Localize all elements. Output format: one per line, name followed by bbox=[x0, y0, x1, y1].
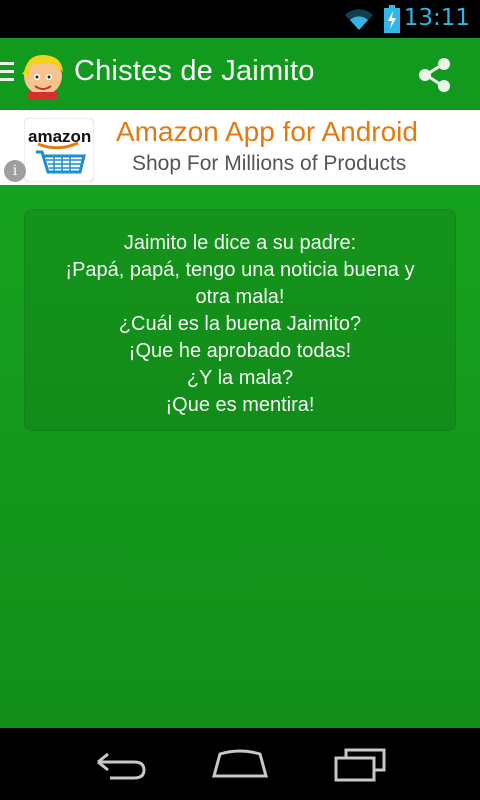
wifi-icon bbox=[345, 9, 373, 31]
main-content: Jaimito le dice a su padre: ¡Papá, papá,… bbox=[0, 185, 480, 728]
status-time: 13:11 bbox=[403, 5, 470, 31]
joke-line: ¿Y la mala? bbox=[186, 367, 294, 389]
info-icon[interactable]: i bbox=[4, 160, 26, 182]
ad-logo-text: amazon bbox=[28, 127, 92, 146]
ad-headline: Amazon App for Android bbox=[116, 116, 418, 147]
home-icon[interactable] bbox=[210, 746, 270, 782]
joke-line: Jaimito le dice a su padre: bbox=[123, 232, 357, 254]
battery-charging-icon bbox=[384, 5, 400, 33]
joke-line: ¡Que es mentira! bbox=[165, 394, 315, 416]
recent-apps-icon[interactable] bbox=[330, 746, 390, 782]
status-bar: 13:11 bbox=[0, 0, 480, 38]
joke-line: ¿Cuál es la buena Jaimito? bbox=[118, 313, 362, 335]
app-title: Chistes de Jaimito bbox=[74, 55, 315, 87]
action-bar: Chistes de Jaimito bbox=[0, 38, 480, 110]
share-icon[interactable] bbox=[415, 55, 455, 95]
drawer-menu-icon[interactable] bbox=[0, 62, 14, 86]
back-icon[interactable] bbox=[90, 746, 150, 782]
joke-line: otra mala! bbox=[195, 286, 285, 308]
ad-subline: Shop For Millions of Products bbox=[132, 152, 407, 175]
joke-text: Jaimito le dice a su padre: ¡Papá, papá,… bbox=[25, 230, 455, 419]
navigation-bar bbox=[0, 728, 480, 800]
ad-banner[interactable]: amazon Amazon App for Android Shop For M… bbox=[0, 110, 480, 186]
joke-card: Jaimito le dice a su padre: ¡Papá, papá,… bbox=[24, 209, 456, 431]
joke-line: ¡Papá, papá, tengo una noticia buena y bbox=[65, 259, 415, 281]
joke-line: ¡Que he aprobado todas! bbox=[128, 340, 352, 362]
app-logo-icon[interactable] bbox=[18, 50, 68, 100]
